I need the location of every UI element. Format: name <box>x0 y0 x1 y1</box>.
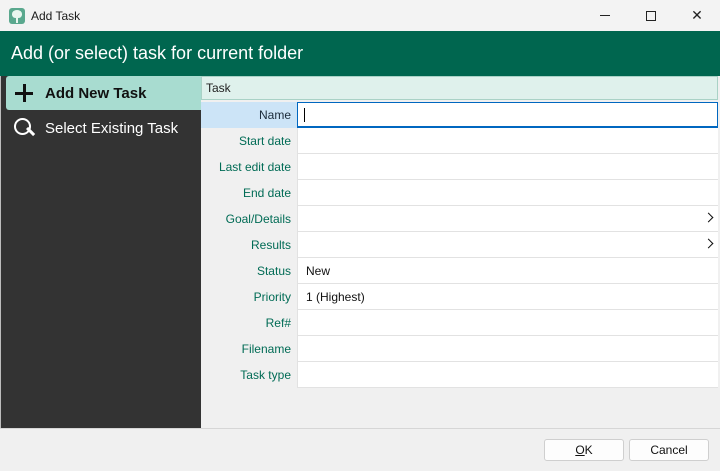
property-grid: Task Name Start date Last edit date End … <box>201 76 719 428</box>
minimize-icon <box>600 15 610 16</box>
field-label: Priority <box>253 290 291 304</box>
results-input[interactable] <box>297 232 718 258</box>
sidebar-item-select-existing-task[interactable]: Select Existing Task <box>6 111 202 145</box>
field-row-ref[interactable]: Ref# <box>201 310 718 336</box>
page-title: Add (or select) task for current folder <box>11 43 304 63</box>
field-label: Goal/Details <box>225 212 291 226</box>
field-row-task-type[interactable]: Task type <box>201 362 718 388</box>
start-date-input[interactable] <box>297 128 718 154</box>
field-label: Status <box>256 264 291 278</box>
last-edit-date-input[interactable] <box>297 154 718 180</box>
field-label: Last edit date <box>218 160 291 174</box>
group-header-task[interactable]: Task <box>201 76 718 100</box>
field-row-results[interactable]: Results <box>201 232 718 258</box>
end-date-input[interactable] <box>297 180 718 206</box>
window-title: Add Task <box>31 8 81 23</box>
field-row-start-date[interactable]: Start date <box>201 128 718 154</box>
sidebar-item-add-new-task[interactable]: Add New Task <box>6 76 202 110</box>
maximize-icon <box>646 10 656 21</box>
goal-details-input[interactable] <box>297 206 718 232</box>
filename-input[interactable] <box>297 336 718 362</box>
title-bar: Add Task ✕ <box>0 0 720 31</box>
task-type-input[interactable] <box>297 362 718 388</box>
field-row-last-edit-date[interactable]: Last edit date <box>201 154 718 180</box>
cancel-button[interactable]: Cancel <box>629 439 709 461</box>
priority-input[interactable]: 1 (Highest) <box>297 284 718 310</box>
close-button[interactable]: ✕ <box>674 0 720 31</box>
field-label: Results <box>250 238 291 252</box>
field-label: End date <box>242 186 291 200</box>
chevron-right-icon[interactable] <box>703 238 714 249</box>
search-icon <box>12 116 36 140</box>
sidebar: Add New Task Select Existing Task <box>0 76 202 428</box>
header-band: Add (or select) task for current folder <box>0 31 720 76</box>
status-input[interactable]: New <box>297 258 718 284</box>
name-input[interactable] <box>297 102 718 128</box>
sidebar-item-label: Select Existing Task <box>45 119 179 137</box>
ok-button[interactable]: OK <box>544 439 624 461</box>
text-caret <box>304 108 305 122</box>
close-icon: ✕ <box>691 7 703 23</box>
field-row-goal-details[interactable]: Goal/Details <box>201 206 718 232</box>
maximize-button[interactable] <box>628 0 674 31</box>
field-row-filename[interactable]: Filename <box>201 336 718 362</box>
field-row-priority[interactable]: Priority 1 (Highest) <box>201 284 718 310</box>
field-label: Start date <box>238 134 291 148</box>
field-row-status[interactable]: Status New <box>201 258 718 284</box>
tree-icon <box>9 7 25 24</box>
field-label: Task type <box>240 368 291 382</box>
minimize-button[interactable] <box>582 0 628 31</box>
field-label: Name <box>201 102 297 128</box>
field-row-name[interactable]: Name <box>201 102 718 128</box>
field-label: Filename <box>241 342 291 356</box>
sidebar-item-label: Add New Task <box>45 84 147 102</box>
plus-icon <box>12 81 36 105</box>
ref-input[interactable] <box>297 310 718 336</box>
dialog-footer: OK Cancel <box>0 428 720 471</box>
field-row-end-date[interactable]: End date <box>201 180 718 206</box>
chevron-right-icon[interactable] <box>703 212 714 223</box>
field-label: Ref# <box>265 316 291 330</box>
